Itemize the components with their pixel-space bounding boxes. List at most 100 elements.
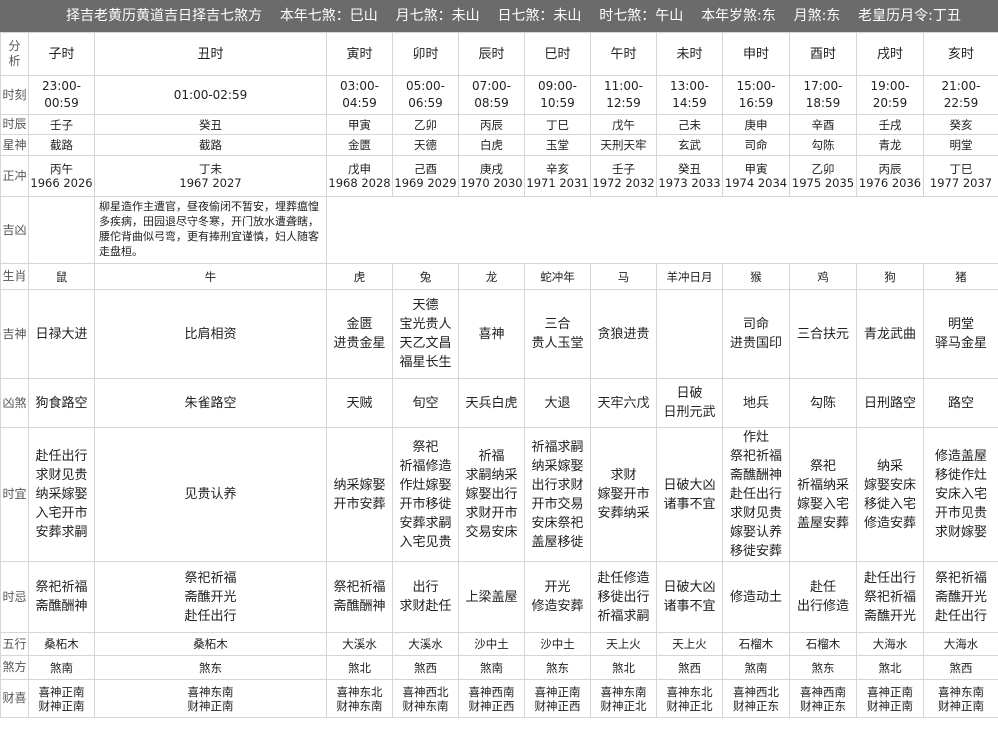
row-jishen: 吉神 日禄大进 比肩相资 金匮 进贵金星 天德 宝光贵人 天乙文昌 福星长生 喜神 三合 贵… bbox=[0, 289, 998, 379]
row-shengxiao: 生肖鼠牛虎兔龙蛇冲年马羊冲日月猴鸡狗猪 bbox=[0, 263, 998, 290]
hour-star: 司命 bbox=[722, 134, 790, 156]
hour-animal: 鸡 bbox=[789, 263, 857, 290]
hour-xiongsha: 地兵 bbox=[722, 378, 790, 428]
hour-chong: 戊申 1968 2028 bbox=[326, 155, 393, 197]
row-label-shike: 时刻 bbox=[0, 75, 29, 115]
hour-star: 截路 bbox=[94, 134, 327, 156]
hour-ganzhi: 辛酉 bbox=[789, 114, 857, 135]
hour-time: 19:00- 20:59 bbox=[856, 75, 924, 115]
hour-time: 13:00- 14:59 bbox=[656, 75, 723, 115]
hour-xiongsha: 大退 bbox=[524, 378, 591, 428]
hour-yi: 修造盖屋 移徙作灶 安床入宅 开市见贵 求财嫁娶 bbox=[923, 427, 998, 562]
hour-jishen: 日禄大进 bbox=[28, 289, 95, 379]
hour-yi: 祈福 求嗣纳采 嫁娶出行 求财开市 交易安床 bbox=[458, 427, 525, 562]
row-label-fenxi: 分 析 bbox=[0, 32, 29, 76]
hour-star: 玄武 bbox=[656, 134, 723, 156]
hour-shafang: 煞西 bbox=[923, 655, 998, 680]
hour-name: 卯时 bbox=[392, 32, 459, 76]
hour-xiongsha: 朱雀路空 bbox=[94, 378, 327, 428]
row-label-shiji: 时忌 bbox=[0, 561, 29, 633]
hour-jixiong: 柳星造作主遭官，昼夜偷闭不暂安，埋葬瘟惶多疾病，田园退尽守冬寒，开门放水遭聋瞎，… bbox=[94, 196, 327, 264]
hour-chong: 丙辰 1976 2036 bbox=[856, 155, 924, 197]
hour-jishen: 贪狼进贵 bbox=[590, 289, 657, 379]
header-month-sha2: 月煞:东 bbox=[793, 8, 841, 24]
hour-wuxing: 沙中土 bbox=[458, 632, 525, 656]
hour-chong: 己酉 1969 2029 bbox=[392, 155, 459, 197]
hour-xiongsha: 勾陈 bbox=[789, 378, 857, 428]
hour-caixi: 喜神东北 财神东南 bbox=[326, 679, 393, 718]
hour-time: 17:00- 18:59 bbox=[789, 75, 857, 115]
row-fenxi: 分 析子时 丑时 寅时 卯时 辰时 巳时 午时 未时 申时 酉时 戌时 亥时 bbox=[0, 32, 998, 76]
empty-cell bbox=[326, 196, 998, 264]
hour-shafang: 煞西 bbox=[656, 655, 723, 680]
hour-ji: 祭祀祈福 斋醮开光 赴任出行 bbox=[94, 561, 327, 633]
hour-time: 05:00- 06:59 bbox=[392, 75, 459, 115]
hour-caixi: 喜神东南 财神正南 bbox=[94, 679, 327, 718]
hour-yi: 祭祀 祈福纳采 嫁娶入宅 盖屋安葬 bbox=[789, 427, 857, 562]
hour-yi: 求财 嫁娶开市 安葬纳采 bbox=[590, 427, 657, 562]
hour-chong: 丙午 1966 2026 bbox=[28, 155, 95, 197]
hour-yi: 见贵认养 bbox=[94, 427, 327, 562]
hour-xiongsha: 天贼 bbox=[326, 378, 393, 428]
hour-time: 07:00- 08:59 bbox=[458, 75, 525, 115]
hour-name: 申时 bbox=[722, 32, 790, 76]
hour-animal: 蛇冲年 bbox=[524, 263, 591, 290]
hour-ganzhi: 壬戌 bbox=[856, 114, 924, 135]
hour-time: 15:00- 16:59 bbox=[722, 75, 790, 115]
hour-ganzhi: 庚申 bbox=[722, 114, 790, 135]
hour-xiongsha: 天兵白虎 bbox=[458, 378, 525, 428]
hour-ji: 祭祀祈福 斋醮酬神 bbox=[326, 561, 393, 633]
row-shiji: 时忌 祭祀祈福 斋醮酬神 祭祀祈福 斋醮开光 赴任出行 祭祀祈福 斋醮酬神 出行 求财赴… bbox=[0, 561, 998, 633]
hour-animal: 猴 bbox=[722, 263, 790, 290]
hour-shafang: 煞东 bbox=[789, 655, 857, 680]
hour-wuxing: 天上火 bbox=[590, 632, 657, 656]
hour-time: 23:00- 00:59 bbox=[28, 75, 95, 115]
hour-name: 未时 bbox=[656, 32, 723, 76]
hour-chong: 辛亥 1971 2031 bbox=[524, 155, 591, 197]
hour-star: 玉堂 bbox=[524, 134, 591, 156]
header-month-sha: 月七煞：未山 bbox=[395, 8, 480, 24]
row-zhengchong: 正冲 丙午 1966 2026 丁未 1967 2027 戊申 1968 2028 己酉… bbox=[0, 155, 998, 197]
hour-jishen: 三合 贵人玉堂 bbox=[524, 289, 591, 379]
hour-shafang: 煞南 bbox=[722, 655, 790, 680]
hour-caixi: 喜神东南 财神正南 bbox=[923, 679, 998, 718]
hour-shafang: 煞北 bbox=[326, 655, 393, 680]
hour-star: 天德 bbox=[392, 134, 459, 156]
hour-name: 辰时 bbox=[458, 32, 525, 76]
row-shafang: 煞方 煞南 煞东 煞北 煞西 煞南 煞东 煞北 煞西 煞南 煞东 煞北 煞西 bbox=[0, 655, 998, 680]
hour-caixi: 喜神西北 财神东南 bbox=[392, 679, 459, 718]
hour-ganzhi: 癸丑 bbox=[94, 114, 327, 135]
hour-yi: 日破大凶 诸事不宜 bbox=[656, 427, 723, 562]
header-lunar-month: 老皇历月令:丁丑 bbox=[858, 8, 961, 24]
hour-shafang: 煞东 bbox=[94, 655, 327, 680]
hour-xiongsha: 天牢六戊 bbox=[590, 378, 657, 428]
hour-shafang: 煞北 bbox=[590, 655, 657, 680]
hour-wuxing: 石榴木 bbox=[789, 632, 857, 656]
hour-caixi: 喜神西南 财神正西 bbox=[458, 679, 525, 718]
hour-jishen bbox=[656, 289, 723, 379]
hour-shafang: 煞南 bbox=[458, 655, 525, 680]
row-caixi: 财喜 喜神正南 财神正南 喜神东南 财神正南 喜神东北 财神东南 喜神西北 财神东南 喜神… bbox=[0, 679, 998, 718]
hour-yi: 纳采嫁娶 开市安葬 bbox=[326, 427, 393, 562]
header-day-sha: 日七煞：未山 bbox=[497, 8, 582, 24]
hour-caixi: 喜神西北 财神正东 bbox=[722, 679, 790, 718]
hour-xiongsha: 路空 bbox=[923, 378, 998, 428]
row-wuxing: 五行 桑柘木 桑柘木 大溪水 大溪水 沙中土 沙中土 天上火 天上火 石榴木 石榴木 大海水 大海水 bbox=[0, 632, 998, 656]
hour-time: 11:00- 12:59 bbox=[590, 75, 657, 115]
hour-jishen: 青龙武曲 bbox=[856, 289, 924, 379]
hour-wuxing: 天上火 bbox=[656, 632, 723, 656]
hour-time: 03:00- 04:59 bbox=[326, 75, 393, 115]
hour-chong: 甲寅 1974 2034 bbox=[722, 155, 790, 197]
hour-ji: 赴任 出行修造 bbox=[789, 561, 857, 633]
hour-ganzhi: 壬子 bbox=[28, 114, 95, 135]
hour-ganzhi: 戊午 bbox=[590, 114, 657, 135]
hour-chong: 丁未 1967 2027 bbox=[94, 155, 327, 197]
hour-ganzhi: 乙卯 bbox=[392, 114, 459, 135]
hour-jishen: 天德 宝光贵人 天乙文昌 福星长生 bbox=[392, 289, 459, 379]
row-label-xingshen: 星神 bbox=[0, 134, 29, 156]
row-shike: 时刻 23:00- 00:59 01:00-02:59 03:00- 04:59 05:… bbox=[0, 75, 998, 115]
hour-star: 明堂 bbox=[923, 134, 998, 156]
hour-ji: 出行 求财赴任 bbox=[392, 561, 459, 633]
hour-wuxing: 桑柘木 bbox=[94, 632, 327, 656]
header-title: 择吉老黄历黄道吉日择吉七煞方 bbox=[66, 8, 262, 24]
